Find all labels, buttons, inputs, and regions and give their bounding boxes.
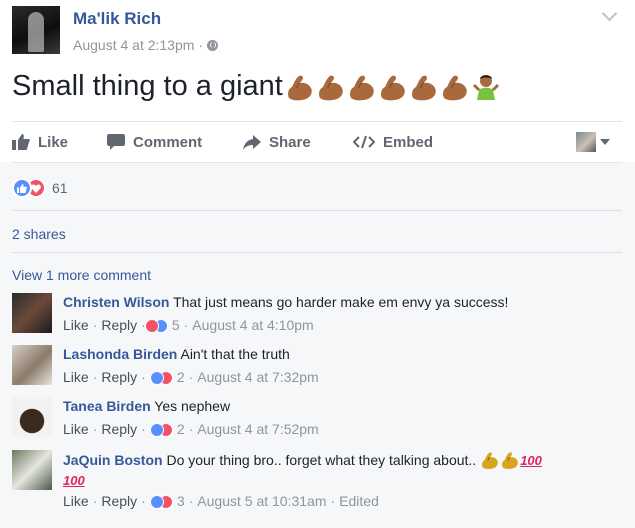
flexed-biceps-icon xyxy=(378,72,408,102)
share-button[interactable]: Share xyxy=(243,134,353,151)
comment-meta: Like · Reply · 2 · August 4 at 7:52pm xyxy=(63,420,319,439)
like-reaction-icon xyxy=(12,178,32,198)
caret-down-icon xyxy=(600,139,610,145)
avatar xyxy=(576,132,596,152)
post-text: Small thing to a giant xyxy=(12,70,502,103)
comment-timestamp[interactable]: August 4 at 7:32pm xyxy=(197,368,318,387)
chevron-down-icon[interactable] xyxy=(601,5,618,22)
comment-body: JaQuin Boston Do your thing bro.. forget… xyxy=(63,450,603,511)
comment-text: Ain't that the truth xyxy=(180,346,290,362)
divider xyxy=(12,252,622,253)
comment-author[interactable]: Christen Wilson xyxy=(63,294,169,310)
comment-timestamp[interactable]: August 4 at 7:52pm xyxy=(197,420,318,439)
divider xyxy=(12,210,622,211)
code-icon xyxy=(353,135,375,149)
flexed-biceps-icon xyxy=(347,72,377,102)
comment-like-link[interactable]: Like xyxy=(63,420,89,439)
edited-label[interactable]: Edited xyxy=(339,492,379,511)
avatar[interactable] xyxy=(12,345,52,385)
thumbs-up-icon xyxy=(12,134,30,150)
flexed-biceps-icon xyxy=(285,72,315,102)
comment-like-link[interactable]: Like xyxy=(63,492,89,511)
flexed-biceps-icon xyxy=(316,72,346,102)
comment-body: Tanea Birden Yes nephew Like · Reply · 2 · … xyxy=(63,397,603,439)
comment-meta: Like · Reply · 2 · August 4 at 7:32pm xyxy=(63,368,319,387)
reaction-count: 61 xyxy=(52,180,68,196)
globe-icon[interactable] xyxy=(207,39,219,51)
like-reaction-icon xyxy=(149,422,164,437)
comment-author[interactable]: Tanea Birden xyxy=(63,398,151,414)
comment-body: Christen Wilson That just means go harde… xyxy=(63,293,603,335)
flexed-biceps-icon xyxy=(409,72,439,102)
comment-author[interactable]: JaQuin Boston xyxy=(63,451,163,470)
comment-reactions[interactable] xyxy=(149,370,173,385)
comment-reaction-count: 3 xyxy=(176,493,185,509)
post-emoji-row xyxy=(285,72,502,102)
author-name[interactable]: Ma'lik Rich xyxy=(73,9,161,29)
comment-meta: Like · Reply · 3 · August 5 at 10:31am · Edi… xyxy=(63,492,379,511)
like-reaction-icon xyxy=(149,494,164,509)
reaction-summary[interactable]: 61 xyxy=(12,178,68,198)
comment-reaction-count: 2 xyxy=(176,369,185,385)
comment-like-link[interactable]: Like xyxy=(63,368,89,387)
comment-reply-link[interactable]: Reply xyxy=(101,368,137,387)
comment-reaction-count: 2 xyxy=(176,421,185,437)
hundred-points-icon: 100 xyxy=(63,472,85,488)
comment-emoji-row xyxy=(480,450,520,470)
author-avatar[interactable] xyxy=(12,6,60,54)
post-card: Ma'lik Rich August 4 at 2:13pm · Small t… xyxy=(0,0,635,528)
comment-reactions[interactable] xyxy=(149,422,173,437)
speech-bubble-icon xyxy=(107,134,125,150)
comment-button[interactable]: Comment xyxy=(107,134,243,151)
shares-link[interactable]: 2 shares xyxy=(12,226,66,242)
view-more-comments-link[interactable]: View 1 more comment xyxy=(12,267,151,283)
comment-timestamp[interactable]: August 5 at 10:31am xyxy=(197,492,326,511)
comment-reaction-count: 5 xyxy=(171,317,180,333)
share-arrow-icon xyxy=(243,134,261,150)
comment-as-selector[interactable] xyxy=(576,132,610,152)
comment-author[interactable]: Lashonda Birden xyxy=(63,346,177,362)
avatar[interactable] xyxy=(12,293,52,333)
flexed-biceps-icon xyxy=(480,450,500,470)
hundred-points-icon: 100 xyxy=(520,452,542,468)
comment-reactions[interactable] xyxy=(144,318,168,333)
embed-button[interactable]: Embed xyxy=(353,134,473,151)
comment-reply-link[interactable]: Reply xyxy=(101,316,137,335)
comment-body: Lashonda Birden Ain't that the truth Lik… xyxy=(63,345,603,387)
comment-reply-link[interactable]: Reply xyxy=(101,492,137,511)
avatar[interactable] xyxy=(12,450,52,490)
person-gesturing-icon xyxy=(471,72,501,102)
comment-text: That just means go harder make em envy y… xyxy=(173,294,509,310)
comment-text: Do your thing bro.. forget what they tal… xyxy=(166,451,477,468)
comment-timestamp[interactable]: August 4 at 4:10pm xyxy=(192,316,313,335)
action-bar: Like Comment Share Embed xyxy=(12,122,622,162)
love-reaction-icon xyxy=(144,318,159,333)
post-meta: August 4 at 2:13pm · xyxy=(73,37,219,53)
comment-like-link[interactable]: Like xyxy=(63,316,89,335)
avatar[interactable] xyxy=(12,397,52,437)
comment-reactions[interactable] xyxy=(149,494,173,509)
like-button[interactable]: Like xyxy=(12,134,107,151)
flexed-biceps-icon xyxy=(440,72,470,102)
comment-reply-link[interactable]: Reply xyxy=(101,420,137,439)
comment-text: Yes nephew xyxy=(154,398,231,414)
divider xyxy=(12,162,622,163)
post-timestamp[interactable]: August 4 at 2:13pm xyxy=(73,37,194,53)
like-reaction-icon xyxy=(149,370,164,385)
flexed-biceps-icon xyxy=(500,450,520,470)
comment-meta: Like · Reply · 5 · August 4 at 4:10pm xyxy=(63,316,314,335)
